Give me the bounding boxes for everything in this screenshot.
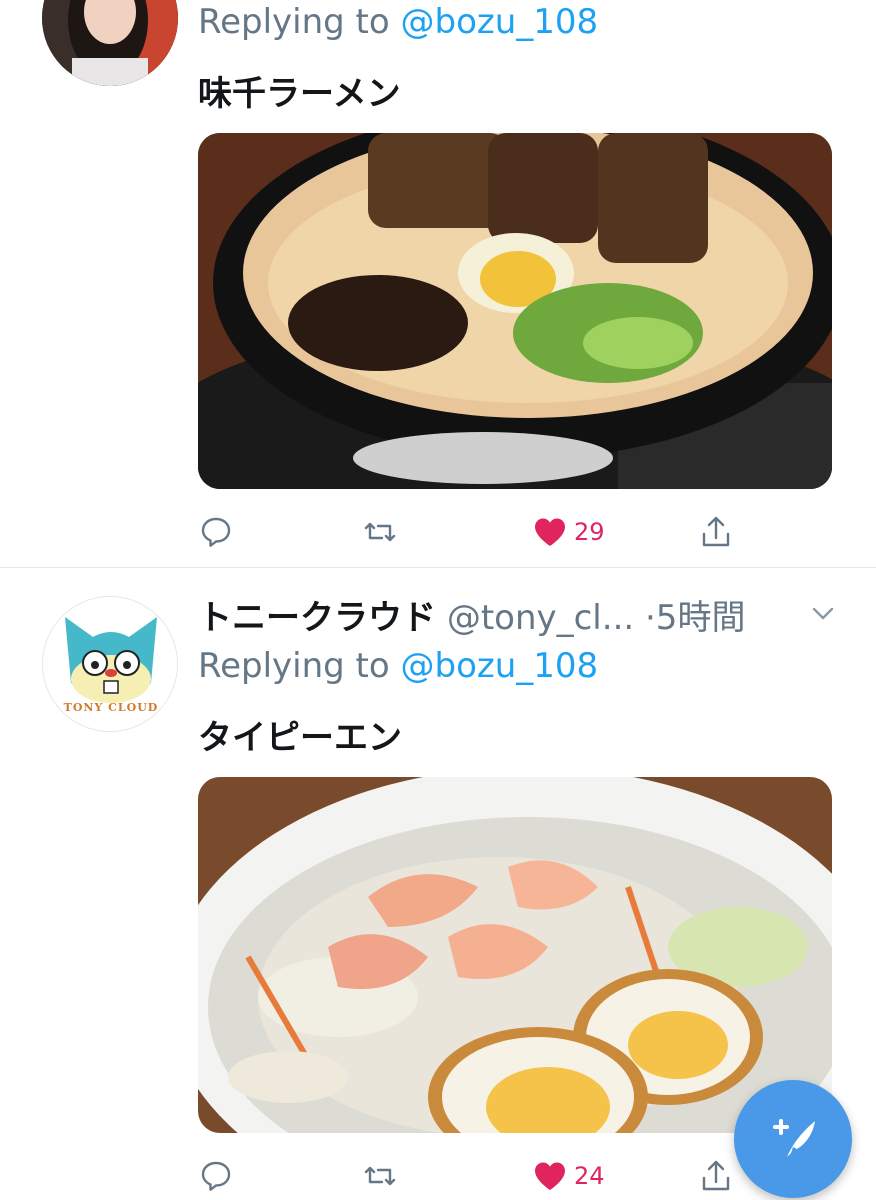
like-count: 29 <box>574 518 605 546</box>
retweet-button[interactable] <box>362 1154 398 1198</box>
heart-icon <box>535 1162 565 1190</box>
like-count: 24 <box>574 1162 605 1190</box>
reply-button[interactable] <box>198 1154 234 1198</box>
tweet-photo[interactable] <box>198 133 832 489</box>
like-button[interactable]: 24 <box>532 1154 605 1198</box>
retweet-button[interactable] <box>362 510 398 554</box>
share-button[interactable] <box>698 1154 734 1198</box>
display-name[interactable]: トニークラウド <box>198 598 436 638</box>
reply-icon <box>201 517 231 547</box>
retweet-icon <box>364 1166 396 1186</box>
tweet-text: タイピーエン <box>198 718 402 758</box>
share-icon <box>702 516 730 547</box>
heart-icon <box>535 518 565 546</box>
avatar[interactable]: TONY CLOUD <box>42 596 178 732</box>
replying-line: Replying to @bozu_108 <box>198 646 598 686</box>
replying-prefix: Replying to <box>198 646 390 686</box>
chevron-down-icon[interactable] <box>808 598 838 628</box>
share-icon <box>702 1160 730 1191</box>
replying-line: Replying to @bozu_108 <box>198 2 598 42</box>
share-button[interactable] <box>698 510 734 554</box>
replying-handle-link[interactable]: @bozu_108 <box>401 2 599 42</box>
tweet-actions: 24 <box>198 1154 758 1198</box>
compose-icon <box>773 1119 815 1157</box>
retweet-icon <box>364 522 396 542</box>
reply-button[interactable] <box>198 510 234 554</box>
reply-icon <box>201 1161 231 1191</box>
tweet-text: 味千ラーメン <box>198 74 401 114</box>
tweet-photo[interactable] <box>198 777 832 1133</box>
avatar[interactable] <box>42 0 178 86</box>
replying-prefix: Replying to <box>198 2 390 42</box>
tweet-divider <box>0 567 876 568</box>
tweet-header: トニークラウド @tony_cl... ·5時間 <box>198 590 745 639</box>
avatar-logo-text: TONY CLOUD <box>63 701 159 714</box>
user-handle[interactable]: @tony_cl... <box>447 598 634 638</box>
tweet-time: ·5時間 <box>645 598 746 638</box>
like-button[interactable]: 29 <box>532 510 605 554</box>
tweet-actions: 29 <box>198 510 758 554</box>
compose-tweet-button[interactable] <box>734 1080 852 1198</box>
replying-handle-link[interactable]: @bozu_108 <box>401 646 599 686</box>
